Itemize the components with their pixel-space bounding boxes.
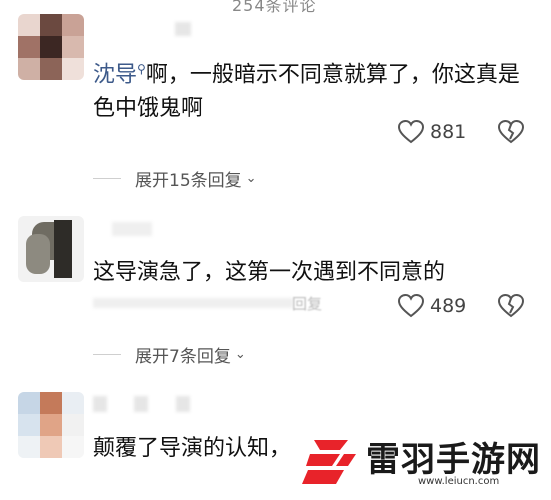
watermark-site-name: 雷羽手游网 [366, 440, 541, 480]
like-area[interactable]: 489 [398, 294, 466, 318]
expand-replies-link[interactable]: 展开15条回复 ⌄ [93, 166, 257, 191]
username-blurred[interactable] [175, 22, 191, 36]
watermark-url: www.leiucn.com [418, 476, 500, 487]
reply-divider [93, 354, 121, 355]
dislike-icon[interactable] [498, 294, 524, 318]
username-blurred[interactable] [93, 396, 107, 412]
like-count: 881 [430, 121, 467, 143]
chevron-down-icon: ⌄ [245, 171, 257, 186]
expand-replies-label: 展开7条回复 [135, 347, 231, 367]
chevron-down-icon: ⌄ [234, 347, 246, 362]
like-count: 489 [430, 295, 467, 317]
avatar[interactable] [18, 14, 84, 80]
search-icon[interactable]: ⚲ [137, 62, 146, 76]
comment-text: 这导演急了，这第一次遇到不同意的 [93, 260, 446, 285]
expand-replies-link[interactable]: 展开7条回复 ⌄ [93, 342, 246, 367]
comment-body: 啊，一般暗示不同意就算了，你这真是色中饿鬼啊 [93, 62, 520, 122]
reply-label-blurred[interactable]: 回复 [292, 293, 322, 314]
avatar[interactable] [18, 216, 84, 282]
brand-logo-icon [302, 440, 356, 484]
username-blurred[interactable] [112, 222, 152, 236]
comment-meta-blurred [93, 298, 293, 308]
expand-replies-label: 展开15条回复 [135, 171, 242, 191]
username-blurred[interactable] [176, 396, 190, 412]
comment-count-header: 254条评论 [232, 0, 317, 15]
username-blurred[interactable] [134, 396, 148, 412]
dislike-icon[interactable] [498, 120, 524, 144]
comment-text: 沈导⚲啊，一般暗示不同意就算了，你这真是色中饿鬼啊 [93, 52, 533, 126]
comment-text: 颠覆了导演的认知， [93, 436, 292, 461]
avatar[interactable] [18, 392, 84, 458]
like-area[interactable]: 881 [398, 120, 466, 144]
reply-divider [93, 178, 121, 179]
heart-icon[interactable] [398, 294, 424, 318]
author-name[interactable]: 沈导 [93, 62, 137, 87]
heart-icon[interactable] [398, 120, 424, 144]
